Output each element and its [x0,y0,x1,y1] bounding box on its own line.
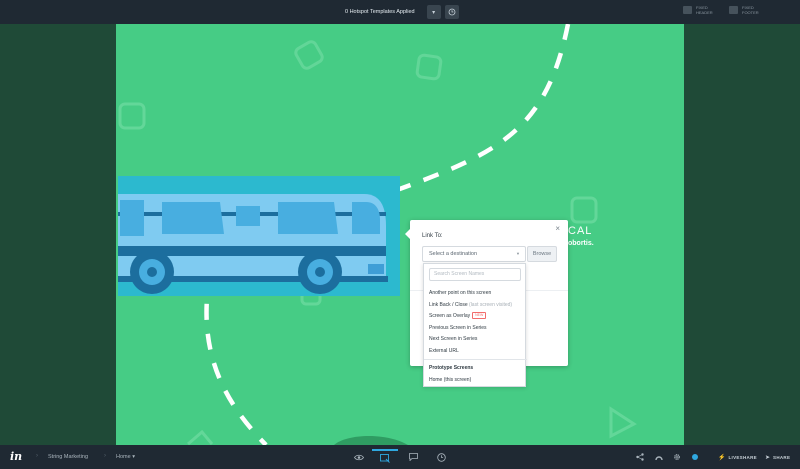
comment-icon [408,453,418,461]
gear-icon [674,454,680,460]
history-mode-button[interactable] [428,449,454,465]
workspace-left [0,24,116,445]
fixed-footer-toggle[interactable]: FIXED FOOTER [729,5,766,15]
bottom-toolbar: in › String Marketing › Home ▾ ⚡ LIVESHA… [0,445,800,469]
option-hint: (last screen visited) [469,301,513,308]
share-nodes-icon [636,453,644,461]
templates-dropdown-button[interactable]: ▾ [426,5,441,19]
chevron-down-icon: ▾ [432,9,436,16]
option-previous-screen[interactable]: Previous Screen in Series [424,323,527,335]
destination-select-value: Select a destination [429,251,478,257]
option-external-url[interactable]: External URL [424,346,527,358]
preview-mode-button[interactable] [346,449,372,465]
inspect-icon [655,456,663,461]
screen-canvas[interactable]: CAL obortis. [116,24,684,445]
browse-button[interactable]: Browse [527,246,557,262]
option-link-back[interactable]: Link Back / Close (last screen visited) [424,300,527,312]
option-screen-overlay[interactable]: Screen as Overlay NEW [424,311,527,323]
top-toolbar: 0 Hotspot Templates Applied ▾ FIXED HEADE… [0,0,800,24]
clock-icon [448,8,456,16]
new-badge: NEW [472,312,487,320]
template-timer-button[interactable] [444,5,459,19]
workspace-right [684,24,800,445]
destination-select[interactable]: Select a destination ▼ [422,246,526,262]
clock-icon [436,452,446,462]
hotspot-icon [380,453,390,463]
share-label: SHARE [773,454,791,460]
breadcrumb-screen[interactable]: Home ▾ [116,454,135,460]
bus-illustration [118,176,400,296]
screen-search-input[interactable]: Search Screen Names [429,268,521,281]
fixed-footer-checkbox[interactable] [729,6,738,14]
chevron-down-icon: ▼ [516,251,520,256]
modal-pointer [405,229,410,239]
share-network-button[interactable] [636,451,644,463]
breadcrumb-separator: › [36,453,38,459]
eye-icon [354,454,364,460]
hotspot-templates-group: 0 Hotspot Templates Applied ▾ [337,4,459,20]
breadcrumb-project[interactable]: String Marketing [48,454,88,460]
hotspot-templates-label[interactable]: 0 Hotspot Templates Applied [337,4,423,20]
comment-mode-button[interactable] [400,449,426,465]
liveshare-label: LIVESHARE [728,454,757,460]
chevron-down-icon: ▾ [132,454,135,460]
close-icon[interactable]: × [555,224,560,233]
fixed-header-toggle[interactable]: FIXED HEADER [683,5,720,15]
promo-heading-text: CAL [568,225,593,237]
fixed-footer-label: FIXED FOOTER [742,5,759,15]
fixed-header-label: FIXED HEADER [696,5,713,15]
sync-status [692,451,698,463]
destination-dropdown: Search Screen Names Another point on thi… [423,263,527,387]
lightning-icon: ⚡ [718,454,726,461]
invision-logo[interactable]: in [10,450,22,463]
inspect-button[interactable] [655,451,663,463]
send-icon: ➤ [765,454,771,461]
liveshare-button[interactable]: ⚡ LIVESHARE [718,451,757,463]
prototype-screens-heading: Prototype Screens [429,365,474,371]
option-screen-home[interactable]: Home (this screen) [424,375,527,387]
promo-subtext: obortis. [568,240,594,247]
breadcrumb-separator: › [104,453,106,459]
status-dot-icon [692,454,698,460]
build-mode-button[interactable] [372,449,398,465]
link-to-title: Link To: [422,233,443,239]
share-button[interactable]: ➤ SHARE [765,451,790,463]
option-another-point[interactable]: Another point on this screen [424,288,527,300]
fixed-header-checkbox[interactable] [683,6,692,14]
option-next-screen[interactable]: Next Screen in Series [424,334,527,346]
destination-options: Another point on this screen Link Back /… [424,288,527,386]
dropdown-divider [424,359,527,360]
settings-button[interactable] [673,451,681,463]
